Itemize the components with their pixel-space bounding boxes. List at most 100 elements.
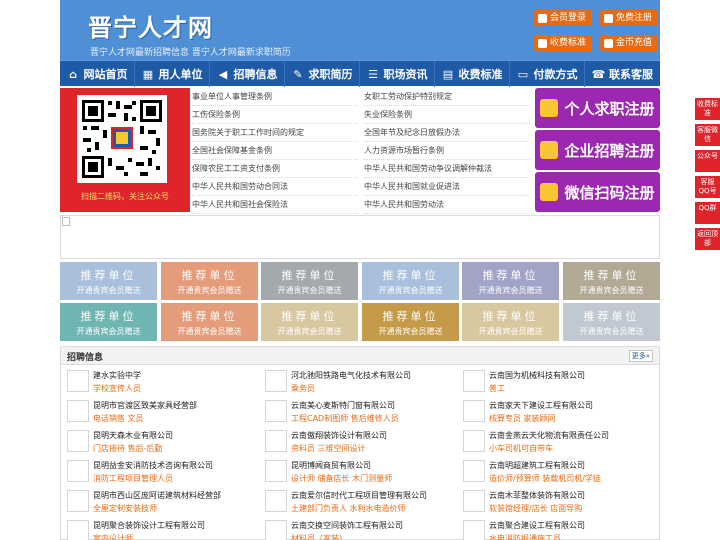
company-logo[interactable] xyxy=(463,430,485,452)
recommended-tile[interactable]: 推荐单位 开通贵宾会员赠送 xyxy=(161,303,258,341)
company-logo[interactable] xyxy=(265,520,287,540)
law-link[interactable]: 中华人民共和国就业促进法 xyxy=(364,178,530,196)
recommended-tile[interactable]: 推荐单位 开通贵宾会员赠送 xyxy=(462,303,559,341)
company-logo[interactable] xyxy=(265,430,287,452)
law-link[interactable]: 中华人民共和国劳动争议调解仲裁法 xyxy=(364,160,530,178)
position-links[interactable]: 普工 xyxy=(489,383,505,394)
company-link[interactable]: 昆明聚合装饰设计工程有限公司 xyxy=(93,520,205,531)
law-link[interactable]: 事业单位人事管理条例 xyxy=(192,88,358,106)
coin-recharge-button[interactable]: 金币充值 xyxy=(600,35,659,51)
company-logo[interactable] xyxy=(67,430,89,452)
company-logo[interactable] xyxy=(265,400,287,422)
position-links[interactable]: 造价师/预算师 装载机司机/学徒 xyxy=(489,473,601,484)
law-link[interactable]: 失业保险条例 xyxy=(364,106,530,124)
nav-item-pricing[interactable]: ▤ 收费标准 xyxy=(435,61,510,87)
company-link[interactable]: 河北驰阳铁路电气化技术有限公司 xyxy=(291,370,411,381)
company-link[interactable]: 云南明超建筑工程有限公司 xyxy=(489,460,585,471)
float-service-wechat[interactable]: 客服微信 xyxy=(695,124,720,146)
law-link[interactable]: 工伤保险条例 xyxy=(192,106,358,124)
recommended-tile[interactable]: 推荐单位 开通贵宾会员赠送 xyxy=(462,262,559,300)
position-links[interactable]: 设计师 储备店长 木门测量师 xyxy=(291,473,392,484)
company-logo[interactable] xyxy=(265,460,287,482)
nav-item-home[interactable]: ⌂ 网站首页 xyxy=(60,61,135,87)
law-link[interactable]: 女职工劳动保护特别规定 xyxy=(364,88,530,106)
position-links[interactable]: 室内设计师 xyxy=(93,533,133,540)
company-logo[interactable] xyxy=(265,370,287,392)
company-link[interactable]: 云南国为机械科技有限公司 xyxy=(489,370,585,381)
nav-item-news[interactable]: ☰ 职场资讯 xyxy=(360,61,435,87)
free-register-button[interactable]: 免费注册 xyxy=(600,10,659,26)
position-links[interactable]: 核算专员 家装顾问 xyxy=(489,413,556,424)
position-links[interactable]: 全屋定制安装技师 xyxy=(93,503,157,514)
company-link[interactable]: 云南美心麦斯特门窗有限公司 xyxy=(291,400,395,411)
company-link[interactable]: 云南傲翔装饰设计有限公司 xyxy=(291,430,387,441)
company-link[interactable]: 昆明博闻商贸有限公司 xyxy=(291,460,371,471)
recommended-tile[interactable]: 推荐单位 开通贵宾会员赠送 xyxy=(362,262,459,300)
company-logo[interactable] xyxy=(265,490,287,512)
company-logo[interactable] xyxy=(463,490,485,512)
position-links[interactable]: 学校宣传人员 xyxy=(93,383,141,394)
position-links[interactable]: 土建部门负责人 水利水电造价师 xyxy=(291,503,406,514)
position-links[interactable]: 资料员 三维空间设计 xyxy=(291,443,366,454)
recommended-tile[interactable]: 推荐单位 开通贵宾会员赠送 xyxy=(261,262,358,300)
nav-item-employers[interactable]: ▦ 用人单位 xyxy=(135,61,210,87)
law-link[interactable]: 人力资源市场暂行条例 xyxy=(364,142,530,160)
position-links[interactable]: 门店接待 售后-后勤 xyxy=(93,443,162,454)
company-logo[interactable] xyxy=(463,400,485,422)
company-link[interactable]: 云南聚合建设工程有限公司 xyxy=(489,520,585,531)
company-link[interactable]: 云南家天下建设工程有限公司 xyxy=(489,400,593,411)
company-logo[interactable] xyxy=(67,370,89,392)
law-link[interactable]: 国务院关于职工工作时间的规定 xyxy=(192,124,358,142)
float-official-account[interactable]: 公众号 xyxy=(695,150,720,172)
company-link[interactable]: 建水实验中学 xyxy=(93,370,141,381)
position-links[interactable]: 小车司机可自带车 xyxy=(489,443,553,454)
position-links[interactable]: 材料员（家装） xyxy=(291,533,347,540)
position-links[interactable]: 消防工程项目管理人员 xyxy=(93,473,173,484)
company-logo[interactable] xyxy=(463,370,485,392)
company-link[interactable]: 云南金燕云天化物流有限责任公司 xyxy=(489,430,609,441)
company-link[interactable]: 昆明天森木业有限公司 xyxy=(93,430,173,441)
personal-register-button[interactable]: 个人求职注册 xyxy=(535,88,660,128)
recommended-tile[interactable]: 推荐单位 开通贵宾会员赠送 xyxy=(161,262,258,300)
position-links[interactable]: 电话销售 文员 xyxy=(93,413,144,424)
company-logo[interactable] xyxy=(463,520,485,540)
member-login-button[interactable]: 会员登录 xyxy=(534,10,593,26)
more-link[interactable]: 更多» xyxy=(628,350,653,362)
float-service-qq[interactable]: 客服QQ号 xyxy=(695,176,720,198)
company-logo[interactable] xyxy=(67,460,89,482)
company-link[interactable]: 云南交换空间装饰工程有限公司 xyxy=(291,520,403,531)
company-link[interactable]: 昆明市官渡区致美家具经营部 xyxy=(93,400,197,411)
nav-item-contact[interactable]: ☎ 联系客服 xyxy=(585,61,660,87)
position-links[interactable]: 水电消防报通施工员 xyxy=(489,533,561,540)
company-register-button[interactable]: 企业招聘注册 xyxy=(535,130,660,170)
recommended-tile[interactable]: 推荐单位 开通贵宾会员赠送 xyxy=(261,303,358,341)
nav-item-jobs[interactable]: ◀ 招聘信息 xyxy=(210,61,285,87)
law-link[interactable]: 全国社会保障基金条例 xyxy=(192,142,358,160)
company-logo[interactable] xyxy=(67,400,89,422)
company-link[interactable]: 云南木菲整体装饰有限公司 xyxy=(489,490,585,501)
position-links[interactable]: 乘务员 xyxy=(291,383,315,394)
float-pricing[interactable]: 收费标准 xyxy=(695,98,720,120)
law-link[interactable]: 中华人民共和国劳动合同法 xyxy=(192,178,358,196)
site-logo[interactable]: 晋宁人才网 xyxy=(88,8,213,43)
recommended-tile[interactable]: 推荐单位 开通贵宾会员赠送 xyxy=(60,262,157,300)
company-logo[interactable] xyxy=(463,460,485,482)
float-back-to-top[interactable]: 返回顶部 xyxy=(695,228,720,250)
law-link[interactable]: 中华人民共和国劳动法 xyxy=(364,196,530,214)
law-link[interactable]: 中华人民共和国社会保险法 xyxy=(192,196,358,214)
nav-item-resumes[interactable]: ✎ 求职简历 xyxy=(285,61,360,87)
law-link[interactable]: 全国年节及纪念日放假办法 xyxy=(364,124,530,142)
recommended-tile[interactable]: 推荐单位 开通贵宾会员赠送 xyxy=(563,303,660,341)
company-link[interactable]: 云南爱尔信时代工程项目管理有限公司 xyxy=(291,490,427,501)
recommended-tile[interactable]: 推荐单位 开通贵宾会员赠送 xyxy=(60,303,157,341)
wechat-register-button[interactable]: 微信扫码注册 xyxy=(535,172,660,212)
position-links[interactable]: 工程CAD制图师 售后维修人员 xyxy=(291,413,399,424)
company-logo[interactable] xyxy=(67,490,89,512)
ad-banner[interactable] xyxy=(60,215,660,259)
nav-item-payment[interactable]: ▭ 付款方式 xyxy=(510,61,585,87)
company-logo[interactable] xyxy=(67,520,89,540)
law-link[interactable]: 保障农民工工资支付条例 xyxy=(192,160,358,178)
company-link[interactable]: 昆明益金安消防技术咨询有限公司 xyxy=(93,460,213,471)
pricing-button[interactable]: 收费标准 xyxy=(534,35,593,51)
recommended-tile[interactable]: 推荐单位 开通贵宾会员赠送 xyxy=(362,303,459,341)
